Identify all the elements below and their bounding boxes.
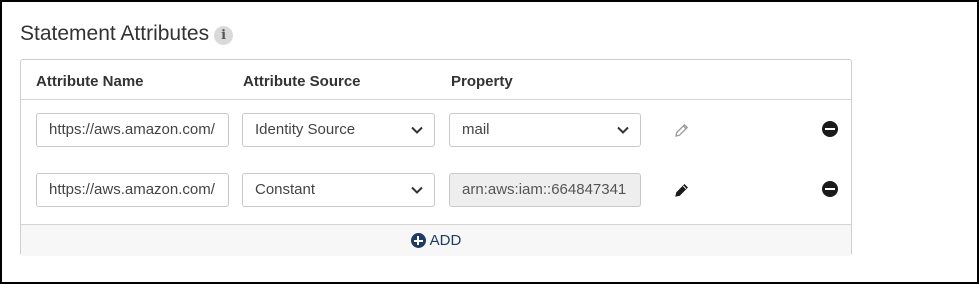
remove-row-icon[interactable] [822,121,838,137]
add-attribute-button[interactable]: ADD [410,232,462,249]
property-value: mail [462,121,490,138]
add-button-label: ADD [429,232,462,249]
info-icon[interactable]: i [214,26,234,45]
chevron-down-icon [617,126,629,134]
column-header-property: Property [451,73,513,90]
column-header-attribute-name: Attribute Name [36,73,144,90]
column-header-attribute-source: Attribute Source [243,73,361,90]
add-row-bar: ADD [21,224,851,256]
chevron-down-icon [411,126,423,134]
pencil-icon[interactable] [673,122,690,139]
chevron-down-icon [411,186,423,194]
attribute-source-value: Constant [255,181,316,198]
property-input: arn:aws:iam::664847341 [449,173,641,207]
remove-row-icon[interactable] [822,181,838,197]
attribute-row: https://aws.amazon.com/ Identity Source … [21,113,851,153]
attribute-row: https://aws.amazon.com/ Constant arn:aws… [21,173,851,213]
attribute-source-select[interactable]: Identity Source [242,113,435,147]
attribute-name-input[interactable]: https://aws.amazon.com/ [36,173,229,207]
section-header: Statement Attributes i [20,22,234,46]
section-title: Statement Attributes [20,22,210,45]
attributes-table: Attribute Name Attribute Source Property… [20,59,852,256]
plus-circle-icon [410,233,426,248]
window-frame: Statement Attributes i Attribute Name At… [0,0,979,284]
pencil-icon[interactable] [673,182,690,199]
header-divider [21,99,851,100]
attribute-source-value: Identity Source [255,121,356,138]
attribute-name-input[interactable]: https://aws.amazon.com/ [36,113,229,147]
attribute-source-select[interactable]: Constant [242,173,435,207]
property-select[interactable]: mail [449,113,641,147]
